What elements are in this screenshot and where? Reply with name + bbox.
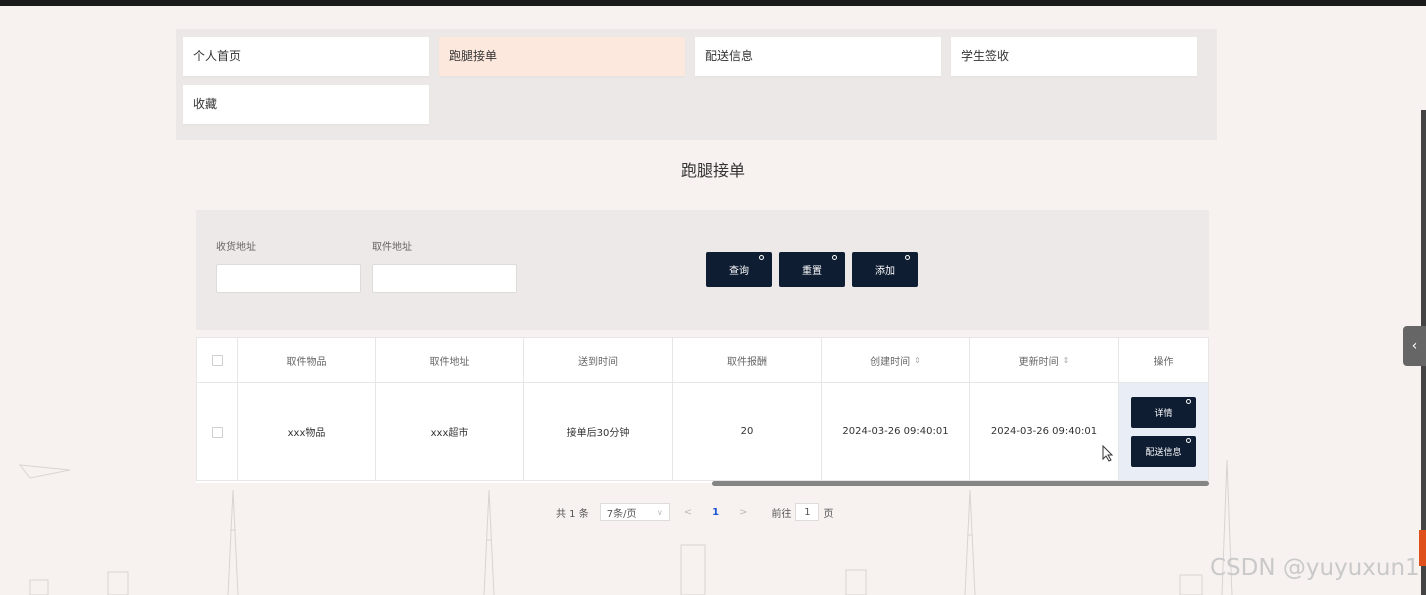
add-button[interactable]: 添加	[852, 252, 918, 287]
cell-updated: 2024-03-26 09:40:01	[970, 383, 1119, 481]
query-button[interactable]: 查询	[706, 252, 772, 287]
header-reward: 取件报酬	[673, 337, 822, 383]
cursor-icon	[1102, 445, 1114, 462]
page-size-value: 7条/页	[606, 508, 637, 520]
side-marker	[1419, 530, 1426, 566]
row-checkbox[interactable]	[211, 427, 223, 438]
delivery-info-button[interactable]: 配送信息	[1131, 436, 1196, 467]
query-button-label: 查询	[729, 266, 749, 277]
ripple-icon	[759, 255, 764, 260]
chevron-left-icon[interactable]: ‹	[1403, 326, 1426, 366]
header-created-label: 创建时间	[870, 356, 911, 368]
goto-label: 前往	[771, 508, 792, 520]
header-delivery-time: 送到时间	[524, 337, 673, 383]
cell-address: xxx超市	[376, 383, 524, 481]
header-reward-label: 取件报酬	[727, 356, 767, 368]
nav-item-home[interactable]: 个人首页	[183, 37, 429, 76]
receive-address-label: 收货地址	[216, 242, 256, 253]
header-updated-label: 更新时间	[1018, 356, 1059, 368]
delivery-info-button-label: 配送信息	[1145, 448, 1182, 458]
search-panel: 收货地址 取件地址 查询 重置 添加	[196, 210, 1209, 330]
sort-icon[interactable]: ⇕	[1063, 356, 1070, 365]
cell-created: 2024-03-26 09:40:01	[822, 383, 970, 481]
header-address-label: 取件地址	[429, 356, 470, 368]
pagination-total: 共 1 条	[556, 508, 589, 520]
cell-actions: 详情 配送信息	[1119, 383, 1209, 481]
prev-page-icon[interactable]: <	[684, 507, 692, 518]
cell-reward: 20	[673, 383, 822, 481]
pickup-address-label: 取件地址	[372, 242, 412, 253]
header-item: 取件物品	[238, 337, 376, 383]
watermark: CSDN @yuyuxun1	[1210, 555, 1420, 581]
header-checkbox-cell	[196, 337, 238, 383]
header-created[interactable]: 创建时间 ⇕	[822, 337, 970, 383]
chevron-down-icon: ∨	[656, 507, 663, 517]
reset-button[interactable]: 重置	[779, 252, 845, 287]
nav-bar: 个人首页 跑腿接单 配送信息 学生签收 收藏	[176, 29, 1217, 140]
ripple-icon	[1186, 438, 1191, 443]
header-address: 取件地址	[376, 337, 524, 383]
top-bar	[0, 0, 1426, 6]
pagination: 共 1 条 7条/页 ∨ < 1 > 前往 1 页	[556, 502, 833, 522]
nav-item-errand-orders[interactable]: 跑腿接单	[439, 37, 685, 76]
receive-address-input[interactable]	[216, 264, 361, 293]
next-page-icon[interactable]: >	[739, 507, 747, 518]
header-item-label: 取件物品	[286, 356, 327, 368]
table-horizontal-scrollbar[interactable]	[712, 481, 1209, 486]
nav-item-label: 配送信息	[705, 49, 754, 63]
nav-item-label: 收藏	[193, 97, 218, 111]
pickup-address-input[interactable]	[372, 264, 517, 293]
header-actions-label: 操作	[1153, 356, 1174, 368]
header-updated[interactable]: 更新时间 ⇕	[970, 337, 1119, 383]
goto-page-input[interactable]: 1	[795, 503, 820, 521]
detail-button-label: 详情	[1154, 409, 1173, 419]
nav-item-label: 个人首页	[193, 49, 242, 63]
page-unit-label: 页	[823, 508, 834, 520]
reset-button-label: 重置	[802, 266, 822, 277]
add-button-label: 添加	[875, 266, 895, 277]
nav-item-favorites[interactable]: 收藏	[183, 85, 429, 124]
detail-button[interactable]: 详情	[1131, 397, 1196, 428]
select-all-checkbox[interactable]	[211, 354, 223, 366]
page-number-current[interactable]: 1	[712, 507, 719, 518]
cell-delivery-time: 接单后30分钟	[524, 383, 673, 481]
ripple-icon	[832, 255, 837, 260]
header-actions: 操作	[1119, 337, 1209, 383]
sort-icon[interactable]: ⇕	[914, 356, 921, 365]
nav-item-student-signoff[interactable]: 学生签收	[951, 37, 1197, 76]
cell-item: xxx物品	[238, 383, 376, 481]
page-size-select[interactable]: 7条/页 ∨	[599, 503, 670, 521]
ripple-icon	[1186, 399, 1191, 404]
nav-item-label: 跑腿接单	[449, 49, 498, 63]
page-title: 跑腿接单	[680, 161, 745, 180]
nav-item-label: 学生签收	[961, 49, 1010, 63]
nav-item-delivery-info[interactable]: 配送信息	[695, 37, 941, 76]
header-delivery-time-label: 送到时间	[578, 356, 618, 368]
row-checkbox-cell	[196, 383, 238, 481]
orders-table: 取件物品 取件地址 送到时间 取件报酬 创建时间 ⇕ 更新时间 ⇕ 操作 xxx物品…	[196, 337, 1209, 483]
ripple-icon	[905, 255, 910, 260]
